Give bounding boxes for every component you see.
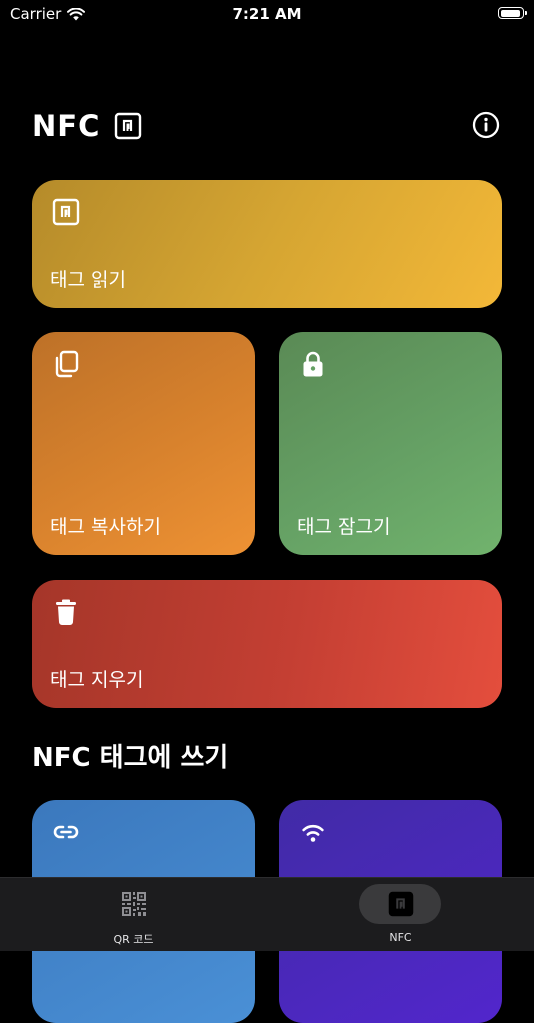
read-tag-card[interactable]: 태그 읽기 — [32, 180, 502, 308]
write-section-title: NFC 태그에 쓰기 — [32, 743, 229, 773]
erase-tag-label: 태그 지우기 — [50, 669, 144, 691]
qr-code-icon — [122, 892, 146, 916]
header: NFC — [32, 104, 502, 148]
read-tag-label: 태그 읽기 — [50, 269, 126, 291]
tab-nfc-label: NFC — [389, 931, 412, 944]
tab-qr-code[interactable]: QR 코드 — [0, 878, 267, 951]
status-time: 7:21 AM — [232, 5, 302, 23]
lock-icon — [303, 351, 323, 377]
tab-bar: QR 코드 NFC — [0, 877, 534, 951]
copy-tag-card[interactable]: 태그 복사하기 — [32, 332, 255, 555]
info-icon[interactable] — [472, 111, 500, 139]
copy-tag-label: 태그 복사하기 — [50, 516, 161, 538]
tab-nfc[interactable]: NFC — [267, 878, 534, 951]
battery-icon — [498, 7, 527, 19]
nfc-icon — [388, 891, 414, 917]
erase-tag-card[interactable]: 태그 지우기 — [32, 580, 502, 708]
nfc-icon — [52, 198, 80, 226]
battery-fill — [500, 9, 520, 17]
page-title: NFC — [32, 109, 101, 143]
status-bar: Carrier 7:21 AM — [0, 0, 534, 30]
nfc-icon — [114, 112, 142, 140]
copy-icon — [55, 350, 79, 378]
trash-icon — [56, 599, 76, 625]
wifi-icon — [302, 824, 324, 842]
tab-qr-code-label: QR 코드 — [113, 933, 154, 946]
link-icon — [53, 825, 79, 839]
lock-tag-label: 태그 잠그기 — [297, 516, 391, 538]
lock-tag-card[interactable]: 태그 잠그기 — [279, 332, 502, 555]
